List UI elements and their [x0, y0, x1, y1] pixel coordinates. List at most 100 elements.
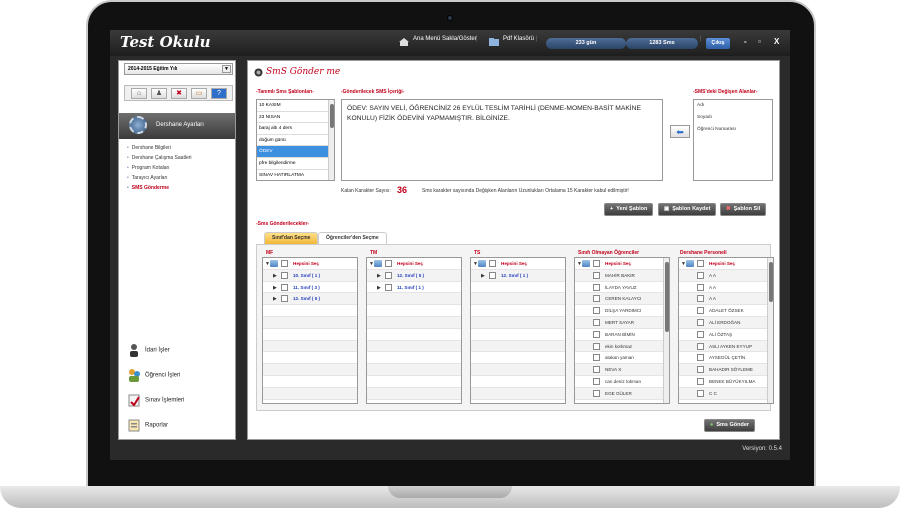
list-item[interactable]: Adı: [694, 100, 772, 112]
table-row[interactable]: ▶ 12. Sınıf ( 1 ): [471, 269, 565, 282]
table-row[interactable]: ▶ 11. Sınıf ( 3 ): [263, 282, 357, 294]
checkbox[interactable]: [593, 342, 600, 350]
table-row[interactable]: ▼ Hepsini Seç: [263, 258, 357, 270]
home-icon[interactable]: ⌂: [131, 88, 147, 99]
expand-icon[interactable]: ▶: [481, 273, 485, 279]
sidebar-item-info[interactable]: Dershane Bilgileri: [127, 145, 171, 151]
checkbox[interactable]: [697, 378, 704, 385]
section-header[interactable]: Dershane Ayarları: [119, 113, 235, 139]
menu-toggle-button[interactable]: Ana Menü Sakla/Göster: [413, 36, 477, 42]
scrollbar-thumb[interactable]: [769, 262, 773, 302]
sidebar-item-hours[interactable]: Dershane Çalışma Saatleri: [127, 155, 192, 161]
table-row[interactable]: ALİ ÖZTAŞ: [679, 329, 773, 341]
table-row[interactable]: ALİ ERDOĞAN: [679, 317, 773, 329]
list-item[interactable]: pfre bilgilendirme: [257, 158, 334, 170]
module-admin[interactable]: İdari İşler: [127, 343, 170, 357]
sidebar-item-scanner[interactable]: Tarayıcı Ayarları: [127, 175, 168, 181]
checkbox[interactable]: [697, 307, 704, 315]
table-row[interactable]: ▼ Hepsini Seç: [575, 258, 669, 270]
minimize-button[interactable]: -: [744, 37, 747, 46]
save-template-button[interactable]: ▣ Şablon Kaydet: [658, 203, 717, 216]
checkbox[interactable]: [385, 260, 392, 267]
pdf-folder-button[interactable]: Pdf Klasörü: [503, 36, 534, 42]
delete-template-button[interactable]: ✖ Şablon Sil: [720, 203, 767, 216]
checkbox[interactable]: [281, 295, 288, 303]
scrollbar-thumb[interactable]: [665, 262, 669, 332]
checkbox[interactable]: [593, 378, 600, 385]
checkbox[interactable]: [385, 283, 392, 291]
checkbox[interactable]: [385, 271, 392, 279]
pdf-folder-icon[interactable]: [488, 37, 500, 47]
checkbox[interactable]: [593, 295, 600, 303]
table-row[interactable]: atakan yaman: [575, 352, 669, 365]
list-item[interactable]: baraj altı 4 ders: [257, 123, 334, 135]
table-row[interactable]: A A: [679, 282, 773, 294]
checkbox[interactable]: [697, 389, 704, 397]
table-row[interactable]: A A: [679, 293, 773, 306]
checkbox[interactable]: [281, 271, 288, 279]
expand-icon[interactable]: ▶: [273, 296, 277, 302]
expand-icon[interactable]: ▶: [273, 285, 277, 291]
checkbox[interactable]: [593, 271, 600, 279]
checkbox[interactable]: [489, 271, 496, 279]
list-item[interactable]: 23 NISAN: [257, 112, 334, 124]
checkbox[interactable]: [281, 260, 288, 267]
user-icon[interactable]: ♟: [151, 88, 167, 99]
module-exams[interactable]: Sınav İşlemleri: [127, 393, 184, 407]
table-row[interactable]: can deniz tokman: [575, 376, 669, 388]
checkbox[interactable]: [697, 366, 704, 374]
list-item[interactable]: Öğrenci Numarası: [694, 124, 772, 136]
chevron-down-icon[interactable]: ▼: [222, 65, 231, 73]
home-icon[interactable]: [398, 37, 410, 47]
table-row[interactable]: MAHİR BAKIR: [575, 269, 669, 282]
table-row[interactable]: ekin korkmaz: [575, 340, 669, 353]
expand-icon[interactable]: ▶: [273, 273, 277, 279]
table-row[interactable]: ▼ Hepsini Seç: [679, 258, 773, 270]
table-row[interactable]: ▼ Hepsini Seç: [367, 258, 461, 270]
module-reports[interactable]: Raporlar: [127, 418, 168, 432]
list-item-selected[interactable]: ÖDEV: [257, 146, 334, 158]
checkbox[interactable]: [593, 260, 600, 267]
module-students[interactable]: Öğrenci İşleri: [127, 368, 180, 382]
table-row[interactable]: İLAYDA YAVUZ: [575, 282, 669, 294]
checkbox[interactable]: [697, 283, 704, 291]
table-row[interactable]: ▼ Hepsini Seç: [471, 258, 565, 270]
info-icon[interactable]: ?: [211, 88, 227, 99]
checkbox[interactable]: [593, 389, 600, 397]
scrollbar[interactable]: [663, 258, 669, 403]
table-row[interactable]: NEVA X: [575, 364, 669, 376]
table-row[interactable]: C C: [679, 387, 773, 400]
checkbox[interactable]: [593, 354, 600, 362]
scrollbar[interactable]: [328, 100, 334, 180]
table-row[interactable]: ▶ 12. Sınıf ( 5 ): [367, 269, 461, 282]
checkbox[interactable]: [697, 260, 704, 267]
checkbox[interactable]: [593, 366, 600, 374]
sidebar-item-quotas[interactable]: Program Kotaları: [127, 165, 170, 171]
table-row[interactable]: CEREN KALAYCI: [575, 293, 669, 306]
close-button[interactable]: X: [774, 37, 779, 46]
list-item[interactable]: SINAV HATIRLATMA: [257, 170, 334, 180]
list-item[interactable]: 10 KASIM: [257, 100, 334, 112]
calendar-icon[interactable]: ▭: [191, 88, 207, 99]
checkbox[interactable]: [697, 295, 704, 303]
sidebar-item-sms[interactable]: SMS Gönderme: [127, 185, 169, 191]
checkbox[interactable]: [489, 260, 496, 267]
table-row[interactable]: ▶ 11. Sınıf ( 1 ): [367, 282, 461, 294]
table-row[interactable]: AYSEGÜL ÇETİN: [679, 352, 773, 365]
tab-student-select[interactable]: Öğrenciler'den Seçme: [318, 232, 387, 244]
table-row[interactable]: DİLŞA YARDIMCI: [575, 305, 669, 317]
table-row[interactable]: BENEK BÜYÜKYILMA: [679, 376, 773, 388]
scrollbar-thumb[interactable]: [330, 104, 334, 128]
checkbox[interactable]: [281, 283, 288, 291]
table-row[interactable]: A A: [679, 269, 773, 282]
checkbox[interactable]: [593, 307, 600, 315]
tab-class-select[interactable]: Sınıf'dan Seçme: [264, 232, 319, 244]
scrollbar[interactable]: [767, 258, 773, 403]
checkbox[interactable]: [593, 319, 600, 326]
table-row[interactable]: ASLI AYKEN EYYUP: [679, 340, 773, 353]
send-sms-button[interactable]: ● Sms Gönder: [704, 419, 756, 432]
expand-icon[interactable]: ▶: [377, 273, 381, 279]
close-icon[interactable]: ✖: [171, 88, 187, 99]
list-item[interactable]: doğum günü: [257, 135, 334, 147]
exit-button[interactable]: Çıkış: [706, 38, 730, 49]
